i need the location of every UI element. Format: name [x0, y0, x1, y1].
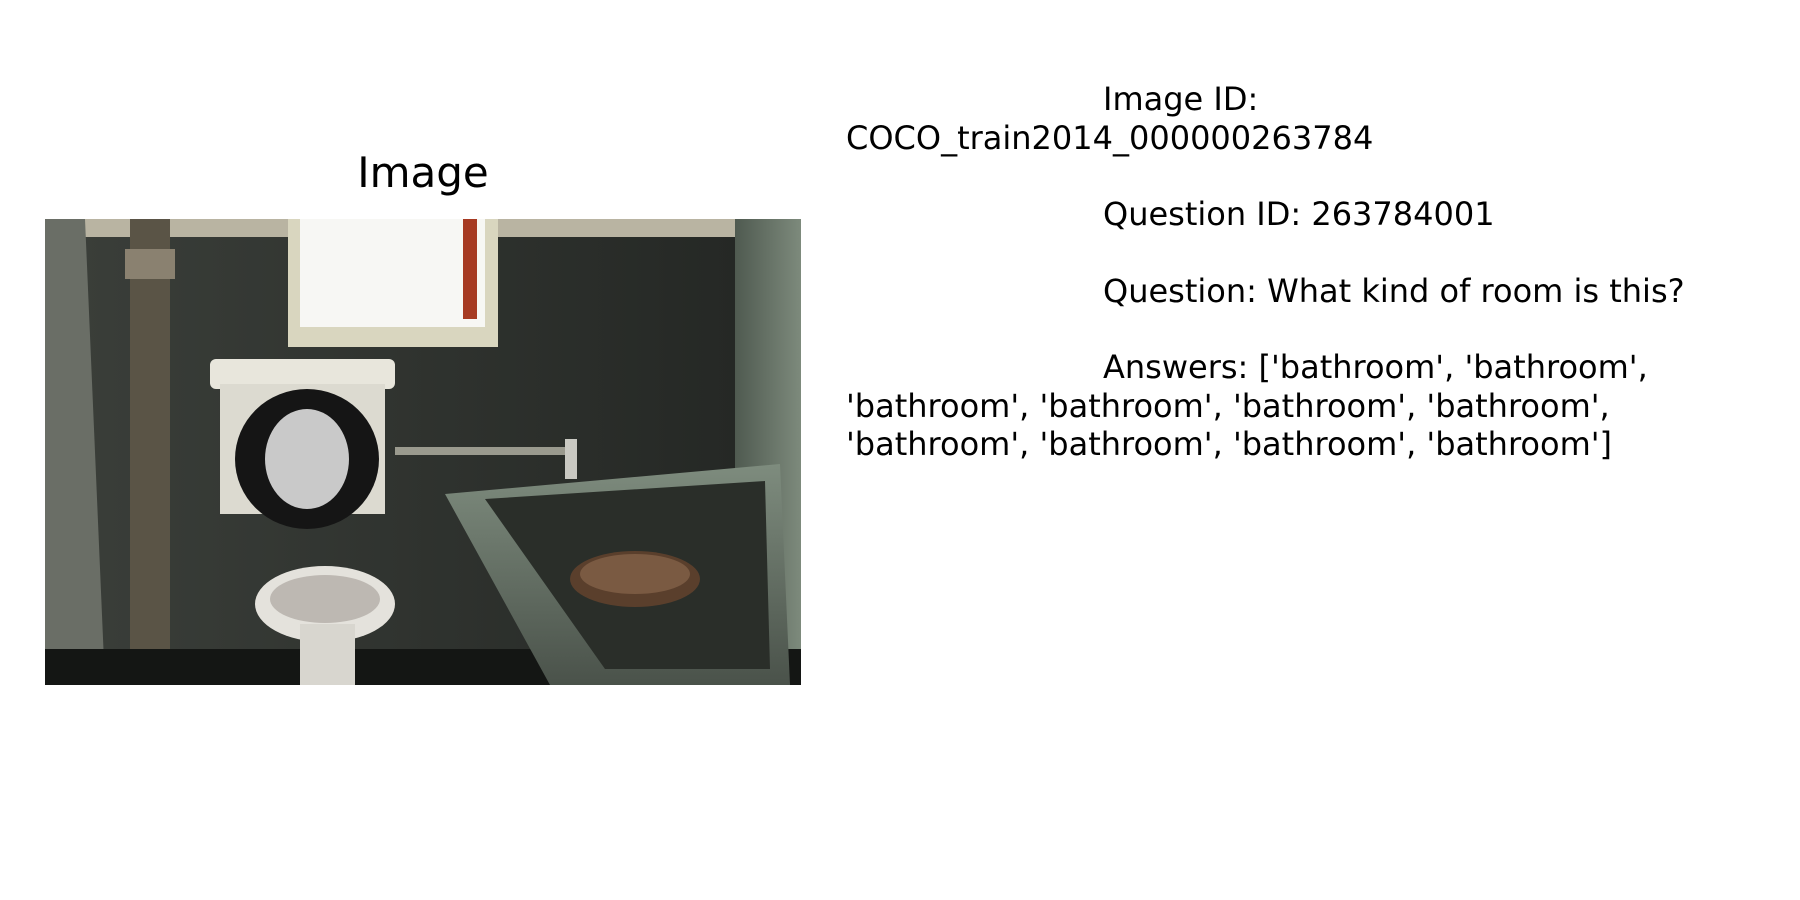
image-id-label: Image ID:: [1103, 80, 1259, 118]
bathroom-photo: [45, 219, 801, 685]
bathroom-photo-illustration: [45, 219, 801, 685]
answers-text: Answers: ['bathroom', 'bathroom', 'bathr…: [846, 348, 1658, 463]
question-text: Question: What kind of room is this?: [1103, 271, 1685, 310]
vqa-info-text: Image ID: COCO_train2014_000000263784 Ques…: [846, 80, 1776, 464]
image-id-value: COCO_train2014_000000263784: [846, 118, 1374, 157]
image-panel-title: Image: [357, 148, 489, 197]
question-id: Question ID: 263784001: [1103, 195, 1495, 233]
